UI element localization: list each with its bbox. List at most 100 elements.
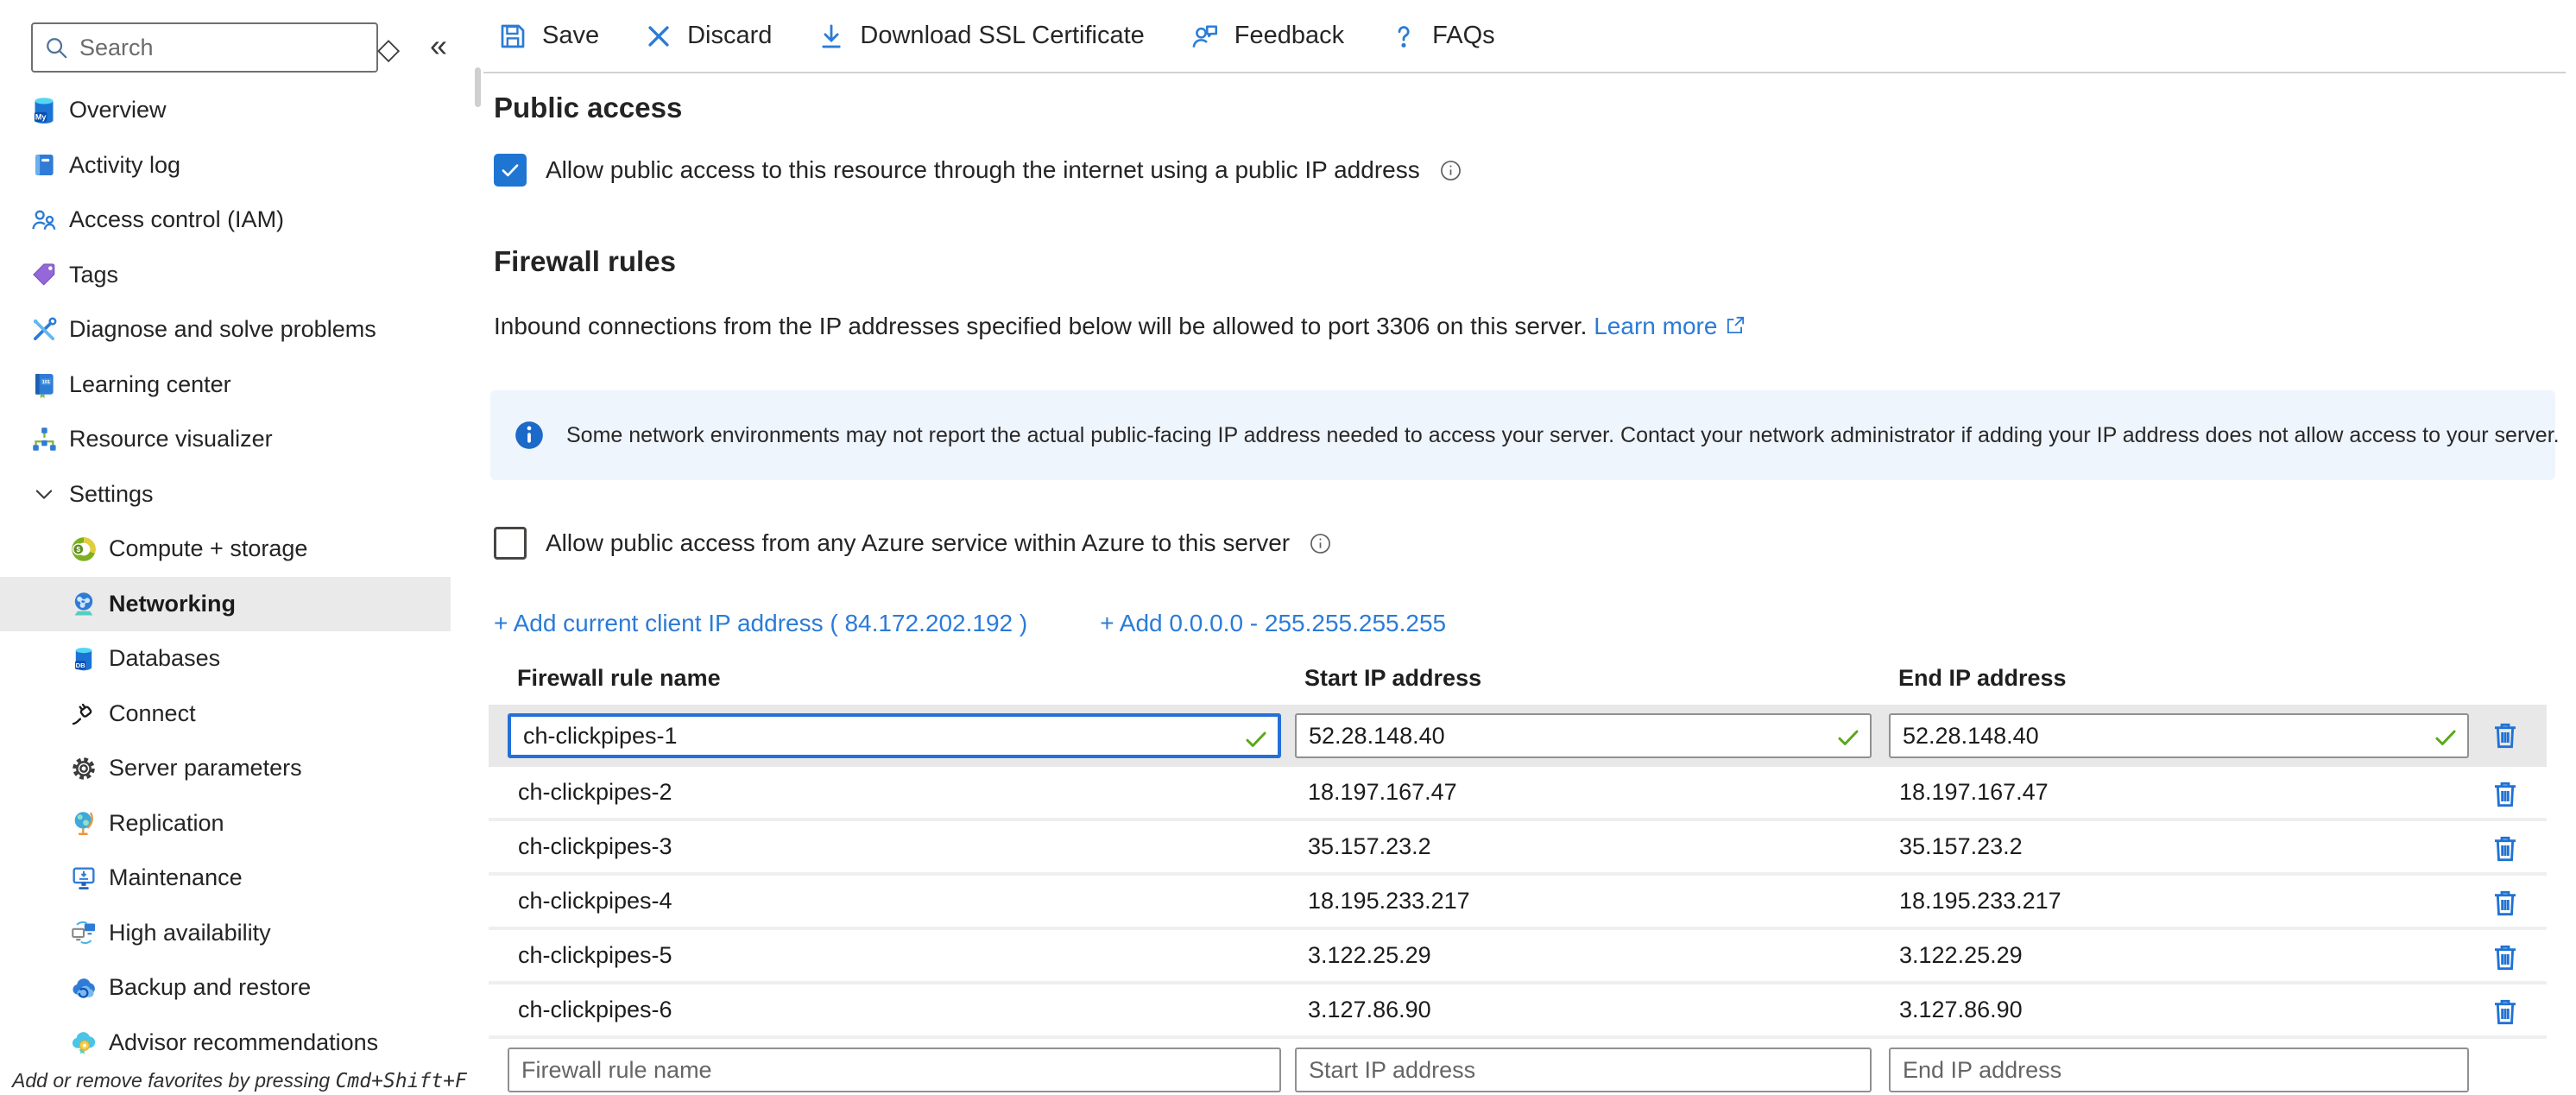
mysql-server-icon: My [28, 94, 60, 127]
valid-check-icon [2433, 725, 2459, 750]
replication-icon [67, 807, 100, 839]
add-client-ip-link[interactable]: + Add current client IP address ( 84.172… [494, 610, 1027, 637]
column-header-name: Firewall rule name [517, 665, 721, 692]
sidebar-item-networking[interactable]: Networking [0, 577, 451, 632]
start-ip-input[interactable] [1297, 715, 1870, 756]
new-end-ip-wrap [1889, 1048, 2469, 1092]
sidebar-item-maintenance[interactable]: Maintenance [0, 851, 451, 906]
advisor-icon [67, 1026, 100, 1059]
sidebar-nav: My Overview Activity log Access control … [0, 83, 483, 1070]
svg-text:My: My [35, 112, 47, 121]
sidebar-item-label: Learning center [69, 371, 231, 398]
public-access-checkbox[interactable] [494, 154, 527, 187]
sidebar-item-label: Networking [109, 591, 236, 617]
end-ip-cell: 3.122.25.29 [1899, 942, 2023, 969]
sidebar-item-learning-center[interactable]: 101 Learning center [0, 358, 451, 413]
add-links-row: + Add current client IP address ( 84.172… [494, 610, 1446, 637]
end-ip-cell: 18.197.167.47 [1899, 779, 2049, 806]
delete-rule-button[interactable] [2486, 884, 2524, 922]
info-filled-icon [513, 419, 546, 452]
external-link-icon[interactable] [1724, 314, 1746, 337]
sidebar-item-high-availability[interactable]: High availability [0, 906, 451, 961]
firewall-rule-edit-row [489, 705, 2547, 767]
info-icon[interactable] [1309, 532, 1332, 555]
sidebar-item-diagnose[interactable]: Diagnose and solve problems [0, 302, 451, 358]
sidebar-item-backup-restore[interactable]: Backup and restore [0, 960, 451, 1016]
learning-center-icon: 101 [28, 368, 60, 401]
dock-icon[interactable]: ◇ [377, 35, 400, 64]
access-control-icon [28, 204, 60, 237]
sidebar-item-label: Resource visualizer [69, 426, 273, 453]
search-placeholder: Search [79, 35, 154, 61]
sidebar-item-server-parameters[interactable]: Server parameters [0, 741, 451, 796]
azure-services-checkbox-label: Allow public access from any Azure servi… [546, 529, 1290, 557]
delete-rule-button[interactable] [2486, 830, 2524, 868]
search-icon [43, 35, 69, 60]
svg-text:101: 101 [42, 380, 50, 385]
sidebar-item-connect[interactable]: Connect [0, 687, 451, 742]
info-icon[interactable] [1439, 159, 1462, 182]
faqs-button[interactable]: FAQs [1389, 22, 1495, 51]
download-ssl-certificate-button[interactable]: Download SSL Certificate [817, 22, 1144, 51]
sidebar-item-activity-log[interactable]: Activity log [0, 138, 451, 193]
table-row: ch-clickpipes-5 3.122.25.29 3.122.25.29 [489, 930, 2547, 984]
add-ip-range-link[interactable]: + Add 0.0.0.0 - 255.255.255.255 [1100, 610, 1446, 637]
firewall-table-header: Firewall rule name Start IP address End … [494, 665, 2547, 699]
firewall-rules-heading: Firewall rules [494, 245, 676, 278]
new-rule-name-input[interactable] [509, 1049, 1279, 1091]
sidebar-item-replication[interactable]: Replication [0, 796, 451, 851]
feedback-icon [1190, 21, 1221, 52]
delete-rule-button[interactable] [2486, 993, 2524, 1031]
rule-name-cell: ch-clickpipes-6 [518, 997, 672, 1023]
delete-rule-button[interactable] [2486, 939, 2524, 977]
azure-services-checkbox[interactable] [494, 527, 527, 560]
sidebar-item-label: Tags [69, 262, 118, 288]
sidebar-item-label: Backup and restore [109, 974, 311, 1001]
rule-name-input[interactable] [511, 717, 1278, 755]
sidebar-item-compute-storage[interactable]: $ Compute + storage [0, 522, 451, 577]
sidebar-item-advisor[interactable]: Advisor recommendations [0, 1016, 451, 1071]
question-mark-icon [1389, 22, 1418, 51]
azure-services-checkbox-row: Allow public access from any Azure servi… [494, 527, 1332, 560]
rule-name-cell: ch-clickpipes-2 [518, 779, 672, 806]
feedback-button[interactable]: Feedback [1190, 21, 1344, 52]
sidebar-item-label: Databases [109, 645, 220, 672]
sidebar-item-settings[interactable]: Settings [0, 467, 451, 522]
sidebar-item-label: Diagnose and solve problems [69, 316, 376, 343]
delete-rule-button[interactable] [2486, 717, 2524, 755]
learn-more-link[interactable]: Learn more [1594, 313, 1717, 339]
sidebar-item-overview[interactable]: My Overview [0, 83, 451, 138]
new-end-ip-input[interactable] [1891, 1049, 2467, 1091]
sidebar-item-label: Overview [69, 97, 167, 123]
resource-visualizer-icon [28, 423, 60, 456]
collapse-sidebar-icon[interactable]: « [430, 31, 447, 60]
public-access-heading: Public access [494, 92, 682, 124]
new-start-ip-input[interactable] [1297, 1049, 1870, 1091]
save-icon [497, 21, 528, 52]
sidebar-item-label: Settings [69, 481, 154, 508]
sidebar-item-label: Maintenance [109, 864, 243, 891]
info-banner: Some network environments may not report… [490, 390, 2555, 480]
start-ip-cell: 3.127.86.90 [1308, 997, 1431, 1023]
diagnose-icon [28, 313, 60, 346]
svg-text:$: $ [76, 545, 80, 554]
delete-rule-button[interactable] [2486, 775, 2524, 813]
connect-icon [67, 697, 100, 730]
discard-button[interactable]: Discard [644, 22, 772, 51]
compute-storage-icon: $ [67, 533, 100, 566]
table-row: ch-clickpipes-4 18.195.233.217 18.195.23… [489, 876, 2547, 930]
search-input[interactable]: Search [31, 22, 378, 73]
favorites-hint-keys: Cmd+Shift+F [336, 1070, 467, 1092]
sidebar-item-label: Connect [109, 700, 196, 727]
rule-name-cell: ch-clickpipes-4 [518, 888, 672, 915]
chevron-down-icon [28, 478, 60, 510]
sidebar-item-resource-visualizer[interactable]: Resource visualizer [0, 412, 451, 467]
sidebar-item-access-control[interactable]: Access control (IAM) [0, 193, 451, 248]
save-button[interactable]: Save [497, 21, 599, 52]
sidebar-item-databases[interactable]: DB Databases [0, 631, 451, 687]
rule-name-cell: ch-clickpipes-3 [518, 833, 672, 860]
sidebar-item-tags[interactable]: Tags [0, 248, 451, 303]
maintenance-icon [67, 862, 100, 895]
table-row: ch-clickpipes-6 3.127.86.90 3.127.86.90 [489, 984, 2547, 1039]
end-ip-input[interactable] [1891, 715, 2467, 756]
